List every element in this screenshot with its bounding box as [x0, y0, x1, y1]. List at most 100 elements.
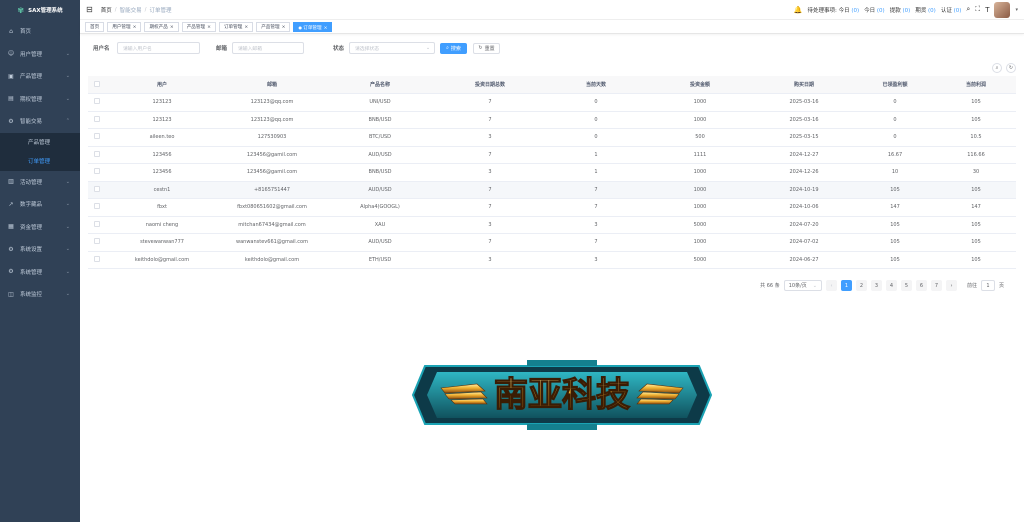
row-checkbox[interactable]	[88, 168, 106, 176]
caret-down-icon[interactable]: ▾	[1015, 7, 1018, 13]
box-icon: ▣	[8, 72, 14, 80]
font-size-icon[interactable]: T	[985, 6, 989, 14]
breadcrumb-home[interactable]: 首页	[101, 6, 112, 14]
breadcrumb-section[interactable]: 智能交易	[120, 6, 142, 14]
table-row[interactable]: keithdolo@gmail.com keithdolo@gmail.com ET…	[88, 252, 1016, 269]
bell-icon[interactable]: 🔔	[794, 6, 803, 14]
status-select[interactable]: 请选择状态 ⌄	[349, 42, 435, 54]
close-icon[interactable]: ×	[133, 25, 137, 30]
table-cell: UNI/USD	[369, 99, 391, 106]
email-input[interactable]: 请输入邮箱	[232, 42, 304, 54]
search-icon[interactable]: ⌕	[966, 5, 970, 14]
avatar[interactable]	[994, 1, 1011, 18]
sidebar-item-label: 资金管理	[20, 224, 43, 231]
row-checkbox[interactable]	[88, 150, 106, 159]
sidebar-item[interactable]: ↗ 数字藏品 ⌄	[0, 193, 80, 216]
reset-button[interactable]: ↻ 重置	[473, 42, 500, 54]
username-input[interactable]: 请输入用户名	[117, 42, 200, 54]
sidebar-subitem[interactable]: 产品管理	[0, 133, 80, 152]
page-button[interactable]: 7	[930, 280, 942, 291]
stat-value: (0)	[953, 7, 962, 14]
sidebar-item[interactable]: ⚙ 智能交易 ⌃	[0, 110, 80, 133]
sidebar-item[interactable]: ▤ 期权管理 ⌄	[0, 88, 80, 111]
checkbox-icon	[94, 98, 100, 105]
tab-tag[interactable]: 期权产品 ×	[144, 21, 179, 32]
page-button[interactable]: 3	[870, 280, 882, 291]
app-logo[interactable]: ✾ SAX管理系统	[0, 0, 80, 20]
refresh-icon[interactable]: ↻	[1006, 63, 1016, 73]
sidebar-item[interactable]: ⚙ 系统设置 ⌄	[0, 238, 80, 261]
table-cell: 2024-12-26	[789, 169, 819, 176]
stat-withdraw[interactable]: 提款 (0)	[890, 6, 911, 14]
table-cell: 16.67	[887, 151, 903, 158]
stat-verify[interactable]: 认证 (0)	[941, 6, 962, 14]
table-row[interactable]: stevewanwan777 wanwanstev661@gmail.com AUD…	[88, 234, 1016, 252]
search-button[interactable]: ⌕ 搜索	[440, 42, 467, 54]
sidebar-item[interactable]: ☺ 用户管理 ⌄	[0, 43, 80, 66]
row-checkbox[interactable]	[88, 255, 106, 264]
sidebar-item[interactable]: ⌂ 首页	[0, 20, 80, 43]
page-size-select[interactable]: 10条/页 ⌄	[783, 280, 822, 291]
hamburger-icon[interactable]: ⊟	[86, 5, 93, 14]
tab-tag[interactable]: 产品管理 ×	[181, 21, 216, 32]
row-checkbox[interactable]	[88, 98, 106, 106]
close-icon[interactable]: ×	[170, 25, 174, 30]
sidebar-item[interactable]: ◫ 系统监控 ⌄	[0, 283, 80, 306]
table-cell: 7	[488, 186, 492, 193]
row-checkbox[interactable]	[88, 203, 106, 211]
table-row[interactable]: 123123 123123@qq.com UNI/USD 7 0 1000 2025-03-…	[88, 94, 1016, 112]
page-button[interactable]: 6	[915, 280, 927, 291]
tab-tag[interactable]: 产品管理 ×	[256, 21, 291, 32]
brand-banner-text: 南亚科技	[494, 375, 630, 415]
prev-page-button[interactable]: ‹	[825, 280, 837, 291]
table-cell: 7	[594, 186, 598, 193]
table-row[interactable]: 123456 123456@gamil.com BNB/USD 3 1 1000 2024-…	[88, 164, 1016, 182]
table-row[interactable]: 123456 123456@gamil.com AUD/USD 7 1 1111 2024-…	[88, 147, 1016, 164]
row-checkbox[interactable]	[88, 220, 106, 229]
row-checkbox[interactable]	[88, 115, 106, 124]
sidebar-item[interactable]: ▦ 资金管理 ⌄	[0, 216, 80, 239]
table-cell: 2024-12-27	[789, 151, 819, 158]
fullscreen-icon[interactable]: ⛶	[975, 5, 980, 14]
tab-tag[interactable]: ● 订单管理 ×	[293, 21, 333, 32]
stat-value: (0)	[902, 7, 911, 14]
chevron-icon: ⌄	[65, 73, 70, 80]
page-button[interactable]: 2	[855, 280, 867, 291]
page-button[interactable]: 5	[900, 280, 912, 291]
stat-futures[interactable]: 期货 (0)	[915, 6, 936, 14]
tab-tag[interactable]: 用户管理 ×	[107, 21, 142, 32]
header-checkbox[interactable]	[88, 80, 106, 89]
page-button[interactable]: 1	[840, 280, 852, 291]
row-checkbox[interactable]	[88, 185, 106, 194]
table-row[interactable]: cestn1 +8165751447 AUD/USD 7 7 1000 2024-10-19…	[88, 181, 1016, 199]
toggle-search-icon[interactable]: ⌕	[992, 63, 1002, 73]
table-cell: 1000	[693, 99, 707, 106]
sidebar-item[interactable]: ▥ 活动管理 ⌄	[0, 171, 80, 194]
table-row[interactable]: naomi cheng mitchan67434@gmail.com XAU 3 3 50…	[88, 217, 1016, 234]
sidebar-subitem[interactable]: 订单管理	[0, 152, 80, 171]
table-row[interactable]: 123123 123123@qq.com BNB/USD 7 0 1000 2025-03-…	[88, 112, 1016, 129]
next-page-button[interactable]: ›	[945, 280, 957, 291]
goto-input[interactable]: 1	[980, 280, 995, 291]
close-icon[interactable]: ×	[324, 26, 328, 31]
pending-stat[interactable]: 待处理事项: 今日 (0)	[807, 6, 859, 14]
table-cell: 7	[594, 204, 598, 211]
sidebar-item[interactable]: ▣ 产品管理 ⌄	[0, 65, 80, 88]
tab-tag[interactable]: 订单管理 ×	[218, 21, 254, 32]
page-list: 1234567	[840, 280, 942, 291]
close-icon[interactable]: ×	[207, 25, 211, 30]
row-checkbox[interactable]	[88, 133, 106, 141]
table-row[interactable]: aileen.teo 127530903 BTC/USD 3 0 500 2025-03-1…	[88, 129, 1016, 147]
tag-label: 首页	[90, 24, 100, 30]
close-icon[interactable]: ×	[244, 25, 248, 30]
stat-today[interactable]: 今日 (0)	[864, 6, 885, 14]
tab-tag[interactable]: 首页	[85, 21, 105, 32]
close-icon[interactable]: ×	[282, 25, 286, 30]
table-row[interactable]: fbxt fbxt080651602@gmail.com Alpha4(GOOGL)…	[88, 199, 1016, 217]
sidebar-item[interactable]: ⚙ 系统管理 ⌄	[0, 261, 80, 284]
page-button[interactable]: 4	[885, 280, 897, 291]
table-cell: mitchan67434@gmail.com	[238, 221, 306, 228]
settings-icon: ⚙	[8, 245, 14, 253]
reset-button-label: 重置	[484, 45, 495, 52]
row-checkbox[interactable]	[88, 238, 106, 246]
